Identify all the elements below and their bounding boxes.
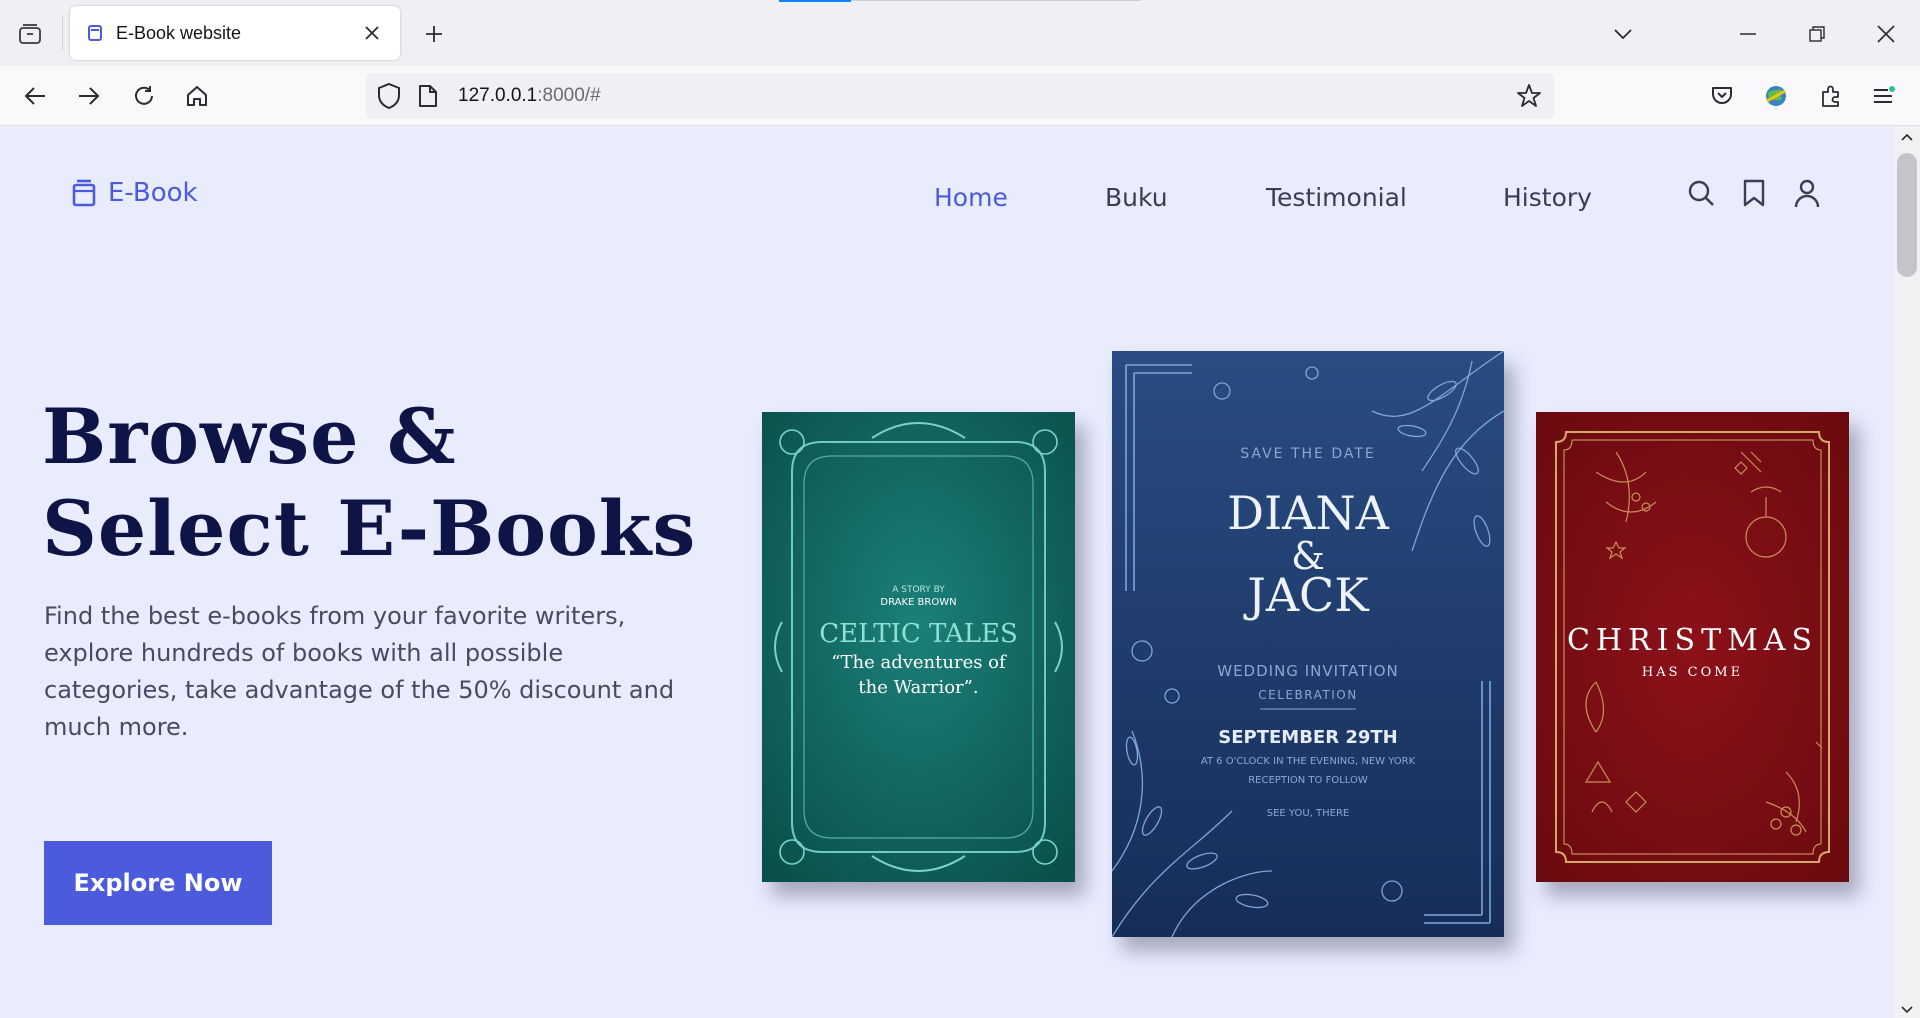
celtic-title: CELTIC TALES (819, 619, 1018, 649)
celtic-subtitle-line1: “The adventures of (831, 652, 1007, 673)
celtic-subtitle-line2: the Warrior”. (858, 677, 978, 698)
scroll-down-arrow-icon[interactable] (1901, 1006, 1913, 1014)
active-tab[interactable]: E-Book website (70, 6, 400, 60)
back-icon[interactable] (17, 78, 53, 114)
wedding-detail-reception: RECEPTION TO FOLLOW (1248, 775, 1368, 786)
minimize-icon[interactable] (1730, 16, 1766, 52)
browser-nav-bar: 127.0.0.1:8000/# (0, 66, 1920, 126)
close-tab-icon[interactable] (358, 19, 386, 47)
book-cover-wedding[interactable]: SAVE THE DATE DIANA & JACK WEDDING INVIT… (1112, 351, 1504, 937)
restore-icon[interactable] (1799, 16, 1835, 52)
wedding-detail-see-you: SEE YOU, THERE (1267, 808, 1350, 819)
nav-home[interactable]: Home (934, 183, 1008, 212)
scroll-up-arrow-icon[interactable] (1901, 133, 1913, 141)
hero-description: Find the best e-books from your favorite… (44, 602, 675, 741)
list-all-tabs-icon[interactable] (1605, 16, 1641, 52)
new-tab-icon[interactable] (418, 18, 450, 50)
page-info-icon[interactable] (418, 84, 438, 108)
hero-title-line2: Select E-Books (42, 484, 697, 573)
tab-separator (62, 16, 63, 50)
logo-text: E-Book (108, 178, 198, 208)
celtic-author: DRAKE BROWN (880, 597, 956, 608)
book-cover-christmas[interactable]: CHRISTMAS HAS COME (1536, 412, 1849, 882)
tab-title: E-Book website (116, 22, 242, 43)
user-icon[interactable] (1794, 179, 1820, 209)
wedding-name2: JACK (1243, 568, 1370, 622)
christmas-title: CHRISTMAS (1567, 623, 1818, 658)
nav-testimonial[interactable]: Testimonial (1266, 183, 1407, 212)
explore-now-button[interactable]: Explore Now (44, 841, 272, 925)
wedding-date: SEPTEMBER 29TH (1218, 727, 1397, 748)
wedding-name1: DIANA (1227, 486, 1390, 540)
address-bar[interactable]: 127.0.0.1:8000/# (366, 73, 1554, 119)
extensions-icon[interactable] (1813, 78, 1849, 114)
home-icon[interactable] (179, 78, 215, 114)
hero-title: Browse & Select E-Books (42, 391, 696, 575)
nav-buku[interactable]: Buku (1105, 183, 1168, 212)
nav-history[interactable]: History (1503, 183, 1592, 212)
search-icon[interactable] (1687, 179, 1715, 207)
url-path: :8000/# (537, 85, 601, 106)
loading-track (851, 0, 1141, 1)
tab-list-icon[interactable] (14, 18, 46, 50)
app-menu-icon[interactable] (1866, 78, 1902, 114)
shield-icon[interactable] (376, 82, 402, 110)
forward-icon[interactable] (71, 78, 107, 114)
reload-icon[interactable] (126, 78, 162, 114)
wedding-celebration: CELEBRATION (1258, 688, 1357, 702)
page-viewport: E-Book Home Buku Testimonial History Bro… (0, 127, 1894, 1018)
site-logo[interactable]: E-Book (72, 178, 198, 208)
book-favicon-icon (88, 25, 102, 41)
wedding-invitation-label: WEDDING INVITATION (1217, 662, 1398, 680)
book-cover-celtic-tales[interactable]: A STORY BY DRAKE BROWN CELTIC TALES “The… (762, 412, 1075, 882)
wedding-save-the-date: SAVE THE DATE (1240, 446, 1376, 462)
close-window-icon[interactable] (1868, 16, 1904, 52)
bookmark-icon[interactable] (1743, 179, 1765, 207)
page-scrollbar[interactable] (1894, 127, 1920, 1018)
wedding-detail-time: AT 6 O'CLOCK IN THE EVENING, NEW YORK (1201, 756, 1416, 767)
browser-tab-bar: E-Book website (0, 0, 1920, 66)
pocket-icon[interactable] (1704, 78, 1740, 114)
hero-title-line1: Browse & (42, 392, 457, 481)
url-text[interactable]: 127.0.0.1:8000/# (458, 85, 601, 107)
extension-globe-icon[interactable] (1758, 78, 1794, 114)
christmas-subtitle: HAS COME (1642, 665, 1743, 680)
scrollbar-thumb[interactable] (1897, 153, 1917, 277)
loading-indicator (779, 0, 851, 2)
book-logo-icon (72, 179, 96, 207)
celtic-byline: A STORY BY (892, 585, 945, 595)
url-host: 127.0.0.1 (458, 85, 538, 106)
bookmark-star-icon[interactable] (1516, 83, 1542, 109)
